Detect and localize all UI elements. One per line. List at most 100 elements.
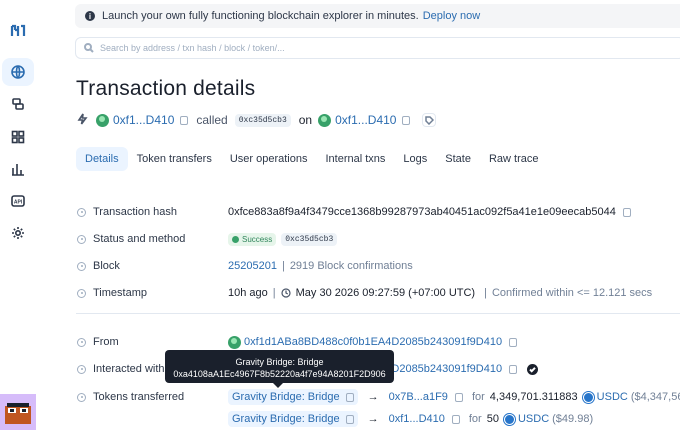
- row-from: From: [77, 335, 119, 349]
- banner-text: Launch your own fully functioning blockc…: [102, 10, 419, 22]
- tab-internal-txns[interactable]: Internal txns: [316, 147, 394, 171]
- apps-icon[interactable]: [7, 126, 29, 148]
- copy-icon[interactable]: [509, 337, 518, 347]
- sidebar: API: [0, 0, 36, 430]
- copy-icon[interactable]: [622, 207, 631, 217]
- globe-icon[interactable]: [2, 58, 34, 86]
- tag-icon[interactable]: [422, 113, 437, 127]
- status-text: Success: [242, 234, 273, 244]
- token-to-address[interactable]: 0x7B...a1F9: [389, 391, 448, 403]
- confirmed-within: Confirmed within <= 12.121 secs: [491, 287, 653, 299]
- search-icon: [84, 43, 94, 53]
- copy-icon[interactable]: [345, 414, 354, 424]
- summary-from-address[interactable]: 0xf1...D410: [113, 113, 174, 127]
- tooltip-arrow: [273, 383, 283, 388]
- from-address-link[interactable]: 0xf1d1ABa8BD488c0f0b1EA4D2085b243091f9D4…: [244, 336, 502, 348]
- tab-details[interactable]: Details: [76, 147, 128, 171]
- copy-icon[interactable]: [180, 115, 189, 125]
- timestamp-value: 10h ago | May 30 2026 09:27:59 (+07:00 U…: [228, 286, 652, 300]
- blockscout-logo[interactable]: [9, 22, 27, 40]
- token-symbol-link[interactable]: USDC: [597, 391, 628, 403]
- help-icon[interactable]: [77, 337, 86, 347]
- separator: |: [484, 287, 487, 299]
- arrow-right-icon: →: [367, 391, 379, 403]
- token-amount: 4,349,701.311883: [489, 391, 578, 403]
- row-tokens-transferred: Tokens transferred: [77, 390, 184, 404]
- timestamp-date: May 30 2026 09:27:59 (+07:00 UTC): [295, 287, 476, 299]
- tab-logs[interactable]: Logs: [394, 147, 436, 171]
- deploy-now-link[interactable]: Deploy now: [423, 10, 480, 22]
- row-interacted-with: Interacted with: [77, 362, 165, 376]
- block-number-link[interactable]: 25205201: [228, 260, 277, 272]
- check-circle-icon: [232, 235, 239, 243]
- summary-to-address[interactable]: 0xf1...D410: [335, 113, 396, 127]
- separator: |: [281, 260, 285, 272]
- row-status-method: Status and method: [77, 232, 185, 246]
- user-avatar[interactable]: [0, 394, 36, 430]
- method-pill: 0xc35d5cb3: [234, 113, 291, 127]
- settings-gear-icon[interactable]: [7, 222, 29, 244]
- address-avatar: [318, 113, 332, 127]
- tooltip-address: 0xa4108aA1Ec4967F8b52220a4f7e94A8201F2D9…: [173, 369, 386, 379]
- row-label: Timestamp: [93, 287, 147, 299]
- tab-raw-trace[interactable]: Raw trace: [480, 147, 548, 171]
- search-input[interactable]: [100, 43, 600, 53]
- copy-icon[interactable]: [402, 115, 411, 125]
- address-avatar: [228, 335, 241, 349]
- help-icon[interactable]: [77, 207, 86, 217]
- help-icon[interactable]: [77, 234, 86, 244]
- tab-token-transfers[interactable]: Token transfers: [128, 147, 221, 171]
- help-icon[interactable]: [77, 261, 86, 271]
- token-from-name: Gravity Bridge: Bridge: [232, 413, 340, 425]
- row-label: Tokens transferred: [93, 391, 185, 403]
- tx-summary: 0xf1...D410 called 0xc35d5cb3 on 0xf1...…: [77, 112, 437, 128]
- block-value: 25205201 | 2919 Block confirmations: [228, 259, 413, 273]
- row-label: Status and method: [93, 233, 186, 245]
- row-timestamp: Timestamp: [77, 286, 147, 300]
- method-pill: 0xc35d5cb3: [281, 232, 338, 246]
- token-from-pill[interactable]: Gravity Bridge: Bridge: [228, 411, 358, 427]
- help-icon[interactable]: [77, 364, 86, 374]
- help-icon[interactable]: [77, 392, 86, 402]
- status-method-value: Success 0xc35d5cb3: [228, 232, 338, 246]
- verified-icon: [527, 363, 539, 375]
- tab-bar: Details Token transfers User operations …: [76, 147, 547, 171]
- token-to-address[interactable]: 0xf1...D410: [389, 413, 445, 425]
- divider: [76, 313, 680, 314]
- for-label: for: [468, 413, 482, 425]
- announcement-banner: i Launch your own fully functioning bloc…: [75, 4, 680, 28]
- row-label: From: [93, 336, 119, 348]
- page-title: Transaction details: [76, 77, 256, 100]
- row-label: Block: [93, 260, 120, 272]
- tx-hash-value: 0xfce883a8f9a4f3479cce1368b99287973ab404…: [228, 205, 631, 219]
- token-transfer-row: Gravity Bridge: Bridge → 0xf1...D410 for…: [228, 411, 594, 427]
- copy-icon[interactable]: [509, 364, 518, 374]
- lightning-icon: [77, 113, 88, 128]
- token-amount: 50: [486, 413, 499, 425]
- info-icon: i: [85, 11, 95, 21]
- token-symbol-link[interactable]: USDC: [518, 413, 549, 425]
- row-label: Transaction hash: [93, 206, 177, 218]
- token-from-pill[interactable]: Gravity Bridge: Bridge: [228, 389, 358, 405]
- tooltip-title: Gravity Bridge: Bridge: [235, 357, 324, 367]
- row-tx-hash: Transaction hash: [77, 205, 177, 219]
- api-icon[interactable]: API: [7, 190, 29, 212]
- stats-icon[interactable]: [7, 158, 29, 180]
- clock-icon: [281, 288, 291, 298]
- copy-icon[interactable]: [345, 392, 354, 402]
- time-ago: 10h ago: [228, 287, 268, 299]
- tab-state[interactable]: State: [436, 147, 480, 171]
- row-label: Interacted with: [93, 363, 165, 375]
- token-from-name: Gravity Bridge: Bridge: [232, 391, 340, 403]
- token-usd-value: ($4,347,569.96): [630, 391, 680, 403]
- address-avatar: [96, 113, 109, 127]
- search-bar[interactable]: [75, 37, 680, 59]
- tab-user-operations[interactable]: User operations: [221, 147, 317, 171]
- copy-icon[interactable]: [454, 392, 463, 402]
- usdc-icon: [503, 413, 515, 425]
- tokens-icon[interactable]: [7, 93, 29, 115]
- copy-icon[interactable]: [451, 414, 460, 424]
- tx-hash-text: 0xfce883a8f9a4f3479cce1368b99287973ab404…: [228, 206, 616, 218]
- token-usd-value: ($49.98): [552, 413, 594, 425]
- help-icon[interactable]: [77, 288, 86, 298]
